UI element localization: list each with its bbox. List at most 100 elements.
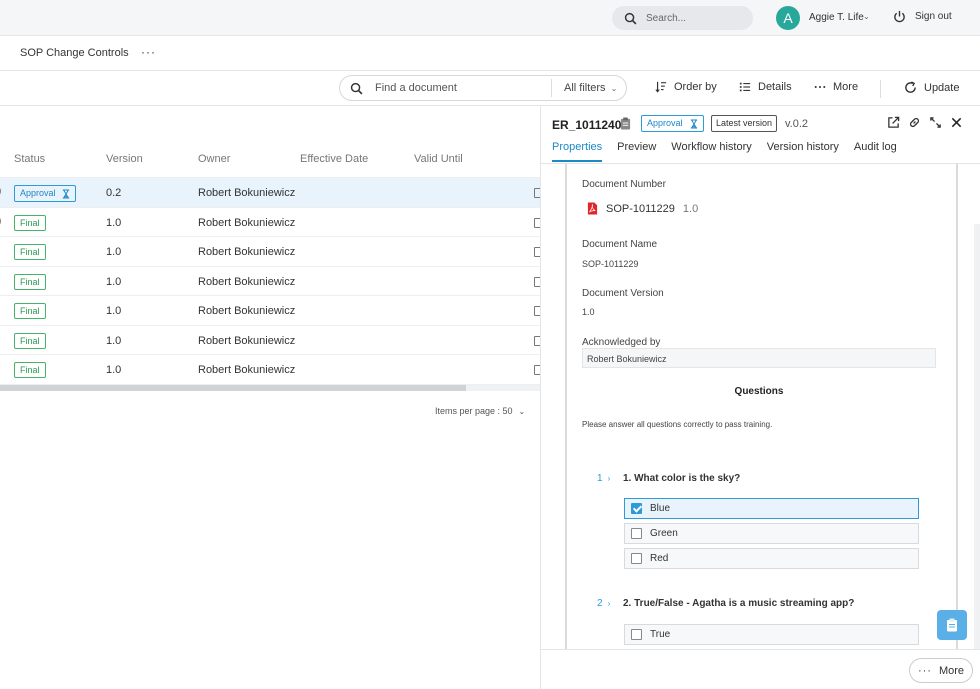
tab-properties[interactable]: Properties [552,141,603,162]
tab-version-history[interactable]: Version history [767,141,839,162]
answer-option[interactable]: Red [624,548,919,569]
order-by-label: Order by [674,81,717,93]
question-number: 2 › [597,598,610,609]
chevron-down-icon[interactable]: ⌄ [863,12,870,21]
table-header: Status Version Owner Effective Date Vali… [0,106,540,178]
document-version-label: Document Version [582,288,664,299]
document-number-version: 1.0 [682,202,699,215]
clipboard-icon[interactable] [620,117,631,130]
document-name-value: SOP-1011229 [582,259,639,269]
status-badge: Approval [14,185,76,202]
global-search[interactable]: Search... [612,6,753,30]
clipboard-action-button[interactable] [937,610,967,640]
column-header-version[interactable]: Version [106,153,143,165]
divider [880,80,881,98]
tab-workflow-history[interactable]: Workflow history [671,141,751,162]
status-badge-label: Approval [647,118,683,128]
acknowledged-by-field: Robert Bokuniewicz [582,348,936,368]
breadcrumb[interactable]: SOP Change Controls [20,47,129,59]
find-document-bar: Find a document All filters ⌄ [339,75,627,101]
answer-option[interactable]: True [624,624,919,645]
table-row[interactable]: Final 1.0 Robert Bokuniewicz [0,267,542,296]
more-label: More [833,81,859,93]
answer-label: Green [650,528,678,539]
status-badge: Approval [641,115,704,132]
version-cell: 1.0 [106,334,122,347]
document-table: Status Version Owner Effective Date Vali… [0,106,542,385]
questions-instruction: Please answer all questions correctly to… [582,420,773,429]
status-badge: Final [14,303,46,319]
version-cell: 1.0 [106,305,122,317]
status-badge: Final [14,332,46,349]
chevron-down-icon: ⌄ [518,406,526,416]
table-row[interactable]: Final 1.0 Robert Bokuniewicz [0,326,542,355]
footer-more-button[interactable]: ··· More [909,658,973,683]
panel-tabs: Properties Preview Workflow history Vers… [552,141,912,162]
user-name[interactable]: Aggie T. Life [809,12,864,23]
horizontal-scrollbar[interactable] [0,385,540,391]
details-button[interactable]: Details [739,81,792,93]
hourglass-icon [62,189,69,198]
toolbar: Find a document All filters ⌄ Order by D… [0,71,980,106]
table-row[interactable]: Final 1.0 Robert Bokuniewicz [0,355,542,385]
table-row[interactable]: ) Final 1.0 Robert Bokuniewicz [0,208,542,237]
link-icon[interactable] [908,116,921,129]
owner-cell: Robert Bokuniewicz [198,334,296,347]
breadcrumb-more-button[interactable]: ··· [141,45,156,59]
tab-preview[interactable]: Preview [617,141,656,162]
version-cell: 0.2 [106,187,122,199]
latest-version-badge: Latest version [711,115,778,132]
table-row[interactable]: Final 1.0 Robert Bokuniewicz [0,296,542,326]
find-document-input[interactable]: Find a document [375,82,551,94]
search-icon [624,12,637,24]
more-button[interactable]: More [814,81,858,93]
answer-option[interactable]: Green [624,523,919,544]
vertical-scrollbar[interactable] [974,224,980,649]
checkbox[interactable] [631,629,642,640]
hourglass-icon [690,119,697,128]
document-name-label: Document Name [582,239,658,250]
status-badge: Final [14,362,46,378]
question-text: 1. What color is the sky? [623,473,741,484]
details-label: Details [758,81,792,93]
document-number-label: Document Number [582,179,666,190]
table-row[interactable]: Final 1.0 Robert Bokuniewicz [0,237,542,267]
close-icon[interactable] [950,116,963,129]
column-header-valid-until[interactable]: Valid Until [414,153,463,165]
column-header-status[interactable]: Status [14,153,45,165]
update-button[interactable]: Update [904,81,959,94]
update-label: Update [924,81,960,94]
checkbox[interactable] [631,503,642,514]
refresh-icon [905,81,916,93]
order-by-button[interactable]: Order by [655,81,717,93]
checkbox[interactable] [631,553,642,564]
breadcrumb-bar: SOP Change Controls ··· [0,37,980,71]
document-version-value: 1.0 [582,307,595,317]
chevron-down-icon: ⌄ [610,83,618,93]
document-number-link[interactable]: SOP-1011229 1.0 [587,202,698,215]
sign-out-button[interactable]: Sign out [893,10,952,23]
question-number-value: 2 [597,598,603,609]
answer-option[interactable]: Blue [624,498,919,519]
items-per-page-dropdown[interactable]: Items per page : 50 ⌄ [435,406,525,416]
panel-actions [887,116,963,129]
owner-cell: Robert Bokuniewicz [198,187,296,199]
column-header-effective-date[interactable]: Effective Date [300,153,368,165]
open-external-icon[interactable] [887,116,900,129]
ellipsis-icon: ··· [917,664,932,677]
tab-audit-log[interactable]: Audit log [854,141,897,162]
scrollbar-thumb[interactable] [0,385,466,391]
questions-heading: Questions [734,386,784,397]
column-header-owner[interactable]: Owner [198,153,230,165]
document-id: ER_1011240 [552,118,622,132]
answer-label: True [650,629,671,640]
checkbox[interactable] [631,528,642,539]
global-search-placeholder: Search... [646,12,687,24]
version-cell: 1.0 [106,275,122,288]
all-filters-dropdown[interactable]: All filters ⌄ [564,82,617,94]
question-number-value: 1 [597,473,603,484]
version-cell: 1.0 [106,216,122,229]
table-row[interactable]: ) Approval 0.2 Robert Bokuniewicz [0,178,542,208]
expand-icon[interactable] [929,116,942,129]
avatar[interactable]: A [776,6,800,30]
